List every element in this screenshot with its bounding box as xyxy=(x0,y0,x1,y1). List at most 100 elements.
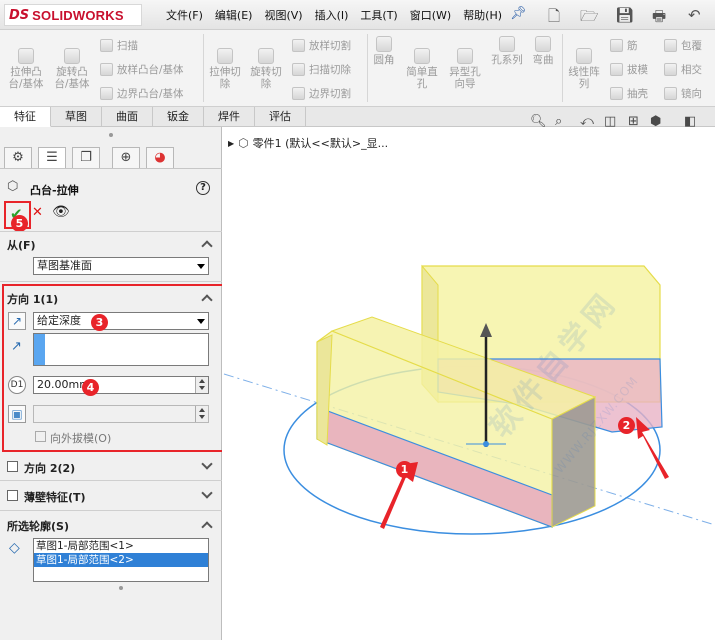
boundary-cut-button[interactable]: 边界切割 xyxy=(292,86,351,101)
preview-eye-icon[interactable]: 👁︎ xyxy=(52,204,70,220)
from-start-condition-select[interactable]: 草图基准面 xyxy=(33,257,209,275)
extrude-boss-button[interactable]: 拉伸凸 台/基体 xyxy=(6,36,46,90)
collapse-from-chevron-icon[interactable] xyxy=(201,240,213,252)
separator xyxy=(562,34,563,102)
open-folder-icon[interactable]: 🗁 xyxy=(580,6,599,31)
hole-series-button[interactable]: 孔系列 xyxy=(487,36,527,66)
draft-on-off-icon[interactable]: ▣ xyxy=(8,405,26,423)
depth-dimension-icon: D1 xyxy=(8,376,26,394)
shell-label: 抽壳 xyxy=(627,88,648,100)
tab-sheet-metal[interactable]: 钣金 xyxy=(153,107,204,127)
print-icon[interactable]: 🖶 xyxy=(652,6,666,31)
menu-edit[interactable]: 编辑(E) xyxy=(209,7,259,23)
swept-cut-icon xyxy=(292,63,305,76)
menu-window[interactable]: 窗口(W) xyxy=(404,7,457,23)
loft-boss-label: 放样凸台/基体 xyxy=(117,64,184,76)
new-document-icon[interactable]: 🗋 xyxy=(548,6,560,31)
rib-button[interactable]: 筋 xyxy=(610,38,638,53)
dropdown-arrow-icon xyxy=(197,264,205,269)
tab-evaluate[interactable]: 评估 xyxy=(255,107,306,127)
help-icon[interactable]: ? xyxy=(196,181,210,195)
loft-cut-label: 放样切割 xyxy=(309,40,351,52)
draft-outward-checkbox[interactable] xyxy=(35,431,46,442)
contour-list-item[interactable]: 草图1-局部范围<1> xyxy=(34,539,208,553)
expand-direction2-chevron-icon[interactable] xyxy=(201,458,213,470)
flex-button[interactable]: 弯曲 xyxy=(528,36,558,66)
tab-weldments[interactable]: 焊件 xyxy=(204,107,255,127)
draft-label: 拔模 xyxy=(627,64,648,76)
hole-wizard-button[interactable]: 异型孔 向导 xyxy=(444,36,486,90)
depth-input[interactable]: 20.00mm xyxy=(33,376,209,394)
app-name: SOLIDWORKS xyxy=(32,7,124,23)
undo-icon[interactable]: ↶ xyxy=(688,6,701,24)
model-viewport[interactable] xyxy=(222,127,715,640)
boss-extrude-feature-icon: ⬡ xyxy=(7,179,19,194)
tab-sketch[interactable]: 草图 xyxy=(51,107,102,127)
direction2-checkbox[interactable] xyxy=(7,461,18,472)
annotation-badge-4: 4 xyxy=(82,379,99,396)
linear-pattern-button[interactable]: 线性阵 列 xyxy=(565,36,603,90)
collapse-contours-chevron-icon[interactable] xyxy=(201,521,213,533)
rib-label: 筋 xyxy=(627,40,638,52)
extrude-cut-button[interactable]: 拉伸切 除 xyxy=(207,36,243,90)
hole-wizard-label: 异型孔 向导 xyxy=(449,66,481,90)
revolve-cut-label: 旋转切 除 xyxy=(250,66,282,90)
extrude-boss-label: 拉伸凸 台/基体 xyxy=(8,66,44,90)
tab-features[interactable]: 特征 xyxy=(0,107,51,127)
divider xyxy=(0,281,222,282)
tab-surfaces[interactable]: 曲面 xyxy=(102,107,153,127)
depth-spinner[interactable] xyxy=(195,377,208,393)
cancel-icon[interactable]: ✕ xyxy=(32,205,43,220)
menu-view[interactable]: 视图(V) xyxy=(258,7,308,23)
draft-angle-input[interactable] xyxy=(33,405,209,423)
fillet-button[interactable]: 圆角 xyxy=(370,36,398,66)
menu-help[interactable]: 帮助(H) xyxy=(457,7,508,23)
loft-boss-icon xyxy=(100,63,113,76)
boundary-boss-icon xyxy=(100,87,113,100)
intersect-button[interactable]: 相交 xyxy=(664,62,702,77)
fillet-label: 圆角 xyxy=(373,54,395,66)
save-icon[interactable]: 💾︎ xyxy=(615,6,634,24)
direction1-highlight-box xyxy=(2,284,232,452)
reverse-direction-icon[interactable]: ↗ xyxy=(8,312,26,330)
expand-thin-feature-chevron-icon[interactable] xyxy=(201,487,213,499)
boundary-boss-button[interactable]: 边界凸台/基体 xyxy=(100,86,184,101)
contour-list-item-selected[interactable]: 草图1-局部范围<2> xyxy=(34,553,208,567)
configuration-manager-icon[interactable]: ❐ xyxy=(72,147,100,168)
list-resize-grip[interactable] xyxy=(119,586,123,590)
menu-insert[interactable]: 插入(I) xyxy=(309,7,355,23)
thin-feature-checkbox[interactable] xyxy=(7,490,18,501)
graphics-area[interactable]: ▶ ⬡ 零件1 (默认<<默认>_显... 🔍︎ ⌕ ⤺ ◫ ⊞ ⬢ ◧ 1 2… xyxy=(222,114,715,640)
revolve-cut-button[interactable]: 旋转切 除 xyxy=(248,36,284,90)
display-manager-icon[interactable]: ◕ xyxy=(146,147,174,168)
selected-contours-list[interactable]: 草图1-局部范围<1> 草图1-局部范围<2> xyxy=(33,538,209,582)
pin-icon[interactable]: 📌︎ xyxy=(510,6,527,21)
mirror-button[interactable]: 镜向 xyxy=(664,86,702,101)
loft-boss-button[interactable]: 放样凸台/基体 xyxy=(100,62,184,77)
simple-hole-button[interactable]: 简单直 孔 xyxy=(403,36,441,90)
direction-of-extrusion-field[interactable] xyxy=(33,333,209,366)
wrap-button[interactable]: 包覆 xyxy=(664,38,702,53)
panel-grip[interactable] xyxy=(109,133,113,137)
flex-label: 弯曲 xyxy=(532,54,554,66)
end-condition-select[interactable]: 给定深度 xyxy=(33,312,209,330)
sweep-button[interactable]: 扫描 xyxy=(100,38,138,53)
revolve-boss-button[interactable]: 旋转凸 台/基体 xyxy=(52,36,92,90)
solidworks-logo[interactable]: DS SOLIDWORKS xyxy=(4,4,142,26)
revolve-cut-icon xyxy=(258,48,274,64)
thin-feature-section-label: 薄壁特征(T) xyxy=(24,491,86,504)
loft-cut-button[interactable]: 放样切割 xyxy=(292,38,351,53)
selected-contours-section-label: 所选轮廓(S) xyxy=(7,520,69,533)
draft-outward-label: 向外拔模(O) xyxy=(50,432,112,445)
property-manager-icon[interactable]: ☰ xyxy=(38,147,66,168)
draft-angle-spinner[interactable] xyxy=(195,406,208,422)
draft-button[interactable]: 拔模 xyxy=(610,62,648,77)
shell-button[interactable]: 抽壳 xyxy=(610,86,648,101)
feature-manager-tree-icon[interactable]: ⚙ xyxy=(4,147,32,168)
menu-tools[interactable]: 工具(T) xyxy=(354,7,403,23)
swept-cut-button[interactable]: 扫描切除 xyxy=(292,62,351,77)
separator xyxy=(367,34,368,102)
from-section-label: 从(F) xyxy=(7,239,36,252)
menu-file[interactable]: 文件(F) xyxy=(160,7,209,23)
dimxpert-icon[interactable]: ⊕ xyxy=(112,147,140,168)
